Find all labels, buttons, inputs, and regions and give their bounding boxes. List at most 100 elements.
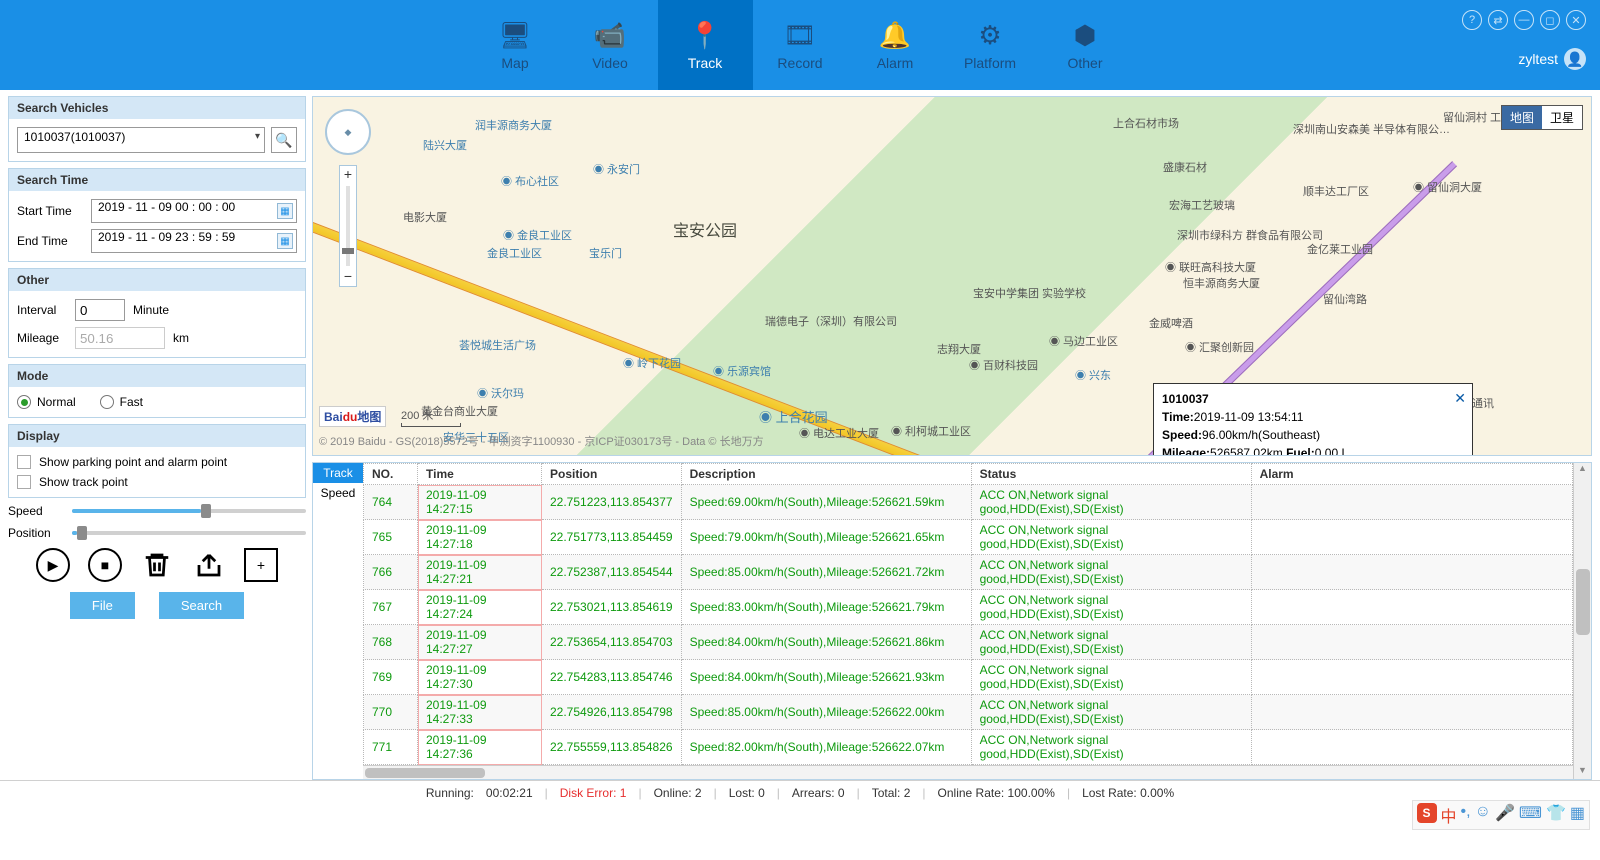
close-icon[interactable]: ✕ bbox=[1566, 10, 1586, 30]
search-button[interactable]: Search bbox=[159, 592, 244, 619]
disk-error: Disk Error: 1 bbox=[560, 786, 627, 800]
th-no[interactable]: NO. bbox=[364, 464, 418, 485]
zoom-in-icon[interactable]: + bbox=[340, 166, 356, 184]
nav-tab-record[interactable]: 🎞 Record bbox=[753, 0, 848, 90]
mileage-label: Mileage bbox=[17, 331, 67, 345]
app-header: 🖥Map📹Video📍Track 🎞 Record 🔔 Alarm ⚙Platform⬢O… bbox=[0, 0, 1600, 90]
user-area[interactable]: zyltest 👤 bbox=[1518, 48, 1586, 70]
minimize-icon[interactable]: — bbox=[1514, 10, 1534, 30]
vert-scrollbar[interactable]: ▲ ▼ bbox=[1573, 463, 1591, 779]
export-button[interactable] bbox=[192, 548, 226, 582]
vehicle-info-popup: ✕ 1010037 Time:2019-11-09 13:54:11 Speed… bbox=[1153, 383, 1473, 456]
file-button[interactable]: File bbox=[70, 592, 135, 619]
map-type-toggle: 地图 卫星 bbox=[1501, 105, 1583, 130]
nav-tab-video[interactable]: 📹Video bbox=[563, 0, 658, 90]
map-scale: 200 米 bbox=[401, 407, 461, 427]
sogou-logo-icon[interactable]: S bbox=[1417, 803, 1437, 823]
interval-label: Interval bbox=[17, 303, 67, 317]
map[interactable]: 宝安公园 ◉ 永安门 润丰源商务大厦 陆兴大厦 ◉ 金良工业区 ◉ 布心社区 金… bbox=[312, 96, 1592, 456]
map-zoom-control[interactable]: + − bbox=[339, 165, 357, 287]
ime-emoji-icon[interactable]: ☺ bbox=[1475, 803, 1491, 827]
zoom-out-icon[interactable]: − bbox=[340, 268, 356, 286]
map-icon: 🖥 bbox=[498, 20, 531, 51]
mileage-unit: km bbox=[173, 331, 189, 345]
ime-mic-icon[interactable]: 🎤 bbox=[1495, 803, 1515, 827]
delete-button[interactable] bbox=[140, 548, 174, 582]
track-icon: 📍 bbox=[689, 20, 721, 51]
swap-icon[interactable]: ⇄ bbox=[1488, 10, 1508, 30]
map-type-map[interactable]: 地图 bbox=[1502, 106, 1542, 129]
table-row[interactable]: 7652019-11-09 14:27:1822.751773,113.8544… bbox=[364, 520, 1573, 555]
table-row[interactable]: 7672019-11-09 14:27:2422.753021,113.8546… bbox=[364, 590, 1573, 625]
start-time-input[interactable]: 2019 - 11 - 09 00 : 00 : 00 ▦ bbox=[91, 199, 297, 223]
start-time-label: Start Time bbox=[17, 204, 85, 218]
show-track-option[interactable]: Show track point bbox=[17, 475, 297, 489]
popup-vehicle-id: 1010037 bbox=[1162, 392, 1209, 406]
vehicle-select[interactable]: 1010037(1010037) ▾ bbox=[17, 127, 265, 153]
display-panel: Display Show parking point and alarm poi… bbox=[8, 424, 306, 498]
panel-title: Mode bbox=[9, 365, 305, 387]
calendar-icon[interactable]: ▦ bbox=[277, 203, 293, 219]
th-description[interactable]: Description bbox=[681, 464, 971, 485]
table-row[interactable]: 7642019-11-09 14:27:1522.751223,113.8543… bbox=[364, 485, 1573, 520]
playback-controls: Speed Position ▶ ■ bbox=[8, 504, 306, 619]
tab-label: Alarm bbox=[877, 55, 914, 71]
online-count: Online: 2 bbox=[654, 786, 702, 800]
th-alarm[interactable]: Alarm bbox=[1251, 464, 1572, 485]
maximize-icon[interactable]: ◻ bbox=[1540, 10, 1560, 30]
stop-button[interactable]: ■ bbox=[88, 548, 122, 582]
avatar-icon: 👤 bbox=[1564, 48, 1586, 70]
ime-keyboard-icon[interactable]: ⌨ bbox=[1519, 803, 1542, 827]
panel-title: Display bbox=[9, 425, 305, 447]
calendar-icon[interactable]: ▦ bbox=[277, 233, 293, 249]
interval-input[interactable] bbox=[75, 299, 125, 321]
mode-normal[interactable]: Normal bbox=[17, 395, 76, 409]
th-position[interactable]: Position bbox=[542, 464, 682, 485]
table-row[interactable]: 7692019-11-09 14:27:3022.754283,113.8547… bbox=[364, 660, 1573, 695]
vehicle-search-icon[interactable]: 🔍 bbox=[271, 127, 297, 153]
ime-skin-icon[interactable]: 👕 bbox=[1546, 803, 1566, 827]
nav-tab-map[interactable]: 🖥Map bbox=[468, 0, 563, 90]
horiz-scrollbar[interactable] bbox=[363, 765, 1573, 779]
th-status[interactable]: Status bbox=[971, 464, 1251, 485]
map-pan-control[interactable] bbox=[325, 109, 371, 155]
position-label: Position bbox=[8, 526, 64, 540]
position-slider[interactable] bbox=[72, 531, 306, 535]
popup-close-icon[interactable]: ✕ bbox=[1454, 388, 1466, 409]
map-type-satellite[interactable]: 卫星 bbox=[1542, 106, 1582, 129]
end-time-input[interactable]: 2019 - 11 - 09 23 : 59 : 59 ▦ bbox=[91, 229, 297, 253]
ime-punct-icon[interactable]: •, bbox=[1461, 803, 1471, 827]
tab-label: Other bbox=[1067, 55, 1102, 71]
ime-lang-icon[interactable]: 中 bbox=[1441, 803, 1457, 827]
checkbox-icon bbox=[17, 455, 31, 469]
mode-fast[interactable]: Fast bbox=[100, 395, 143, 409]
table-row[interactable]: 7702019-11-09 14:27:3322.754926,113.8547… bbox=[364, 695, 1573, 730]
table-row[interactable]: 7682019-11-09 14:27:2722.753654,113.8547… bbox=[364, 625, 1573, 660]
play-button[interactable]: ▶ bbox=[36, 548, 70, 582]
nav-tab-alarm[interactable]: 🔔 Alarm bbox=[848, 0, 943, 90]
running-label: Running: bbox=[426, 786, 474, 800]
tab-track[interactable]: Track bbox=[313, 463, 363, 483]
content-area: 宝安公园 ◉ 永安门 润丰源商务大厦 陆兴大厦 ◉ 金良工业区 ◉ 布心社区 金… bbox=[312, 96, 1592, 780]
tab-speed[interactable]: Speed bbox=[313, 483, 363, 503]
speed-slider[interactable] bbox=[72, 509, 306, 513]
ime-grid-icon[interactable]: ▦ bbox=[1570, 803, 1585, 827]
record-icon: 🎞 bbox=[783, 20, 816, 51]
tab-label: Record bbox=[777, 55, 822, 71]
table-row[interactable]: 7712019-11-09 14:27:3622.755559,113.8548… bbox=[364, 730, 1573, 765]
add-button[interactable]: + bbox=[244, 548, 278, 582]
show-parking-option[interactable]: Show parking point and alarm point bbox=[17, 455, 297, 469]
help-icon[interactable]: ? bbox=[1462, 10, 1482, 30]
table-row[interactable]: 7662019-11-09 14:27:2122.752387,113.8545… bbox=[364, 555, 1573, 590]
panel-title: Other bbox=[9, 269, 305, 291]
vehicle-select-value: 1010037(1010037) bbox=[24, 130, 125, 144]
other-panel: Other Interval Minute Mileage km bbox=[8, 268, 306, 358]
th-time[interactable]: Time bbox=[418, 464, 542, 485]
nav-tab-other[interactable]: ⬢Other bbox=[1038, 0, 1133, 90]
alarm-icon: 🔔 bbox=[879, 20, 911, 51]
panel-title: Search Time bbox=[9, 169, 305, 191]
nav-tab-platform[interactable]: ⚙Platform bbox=[943, 0, 1038, 90]
radio-icon bbox=[100, 395, 114, 409]
nav-tab-track[interactable]: 📍Track bbox=[658, 0, 753, 90]
checkbox-icon bbox=[17, 475, 31, 489]
